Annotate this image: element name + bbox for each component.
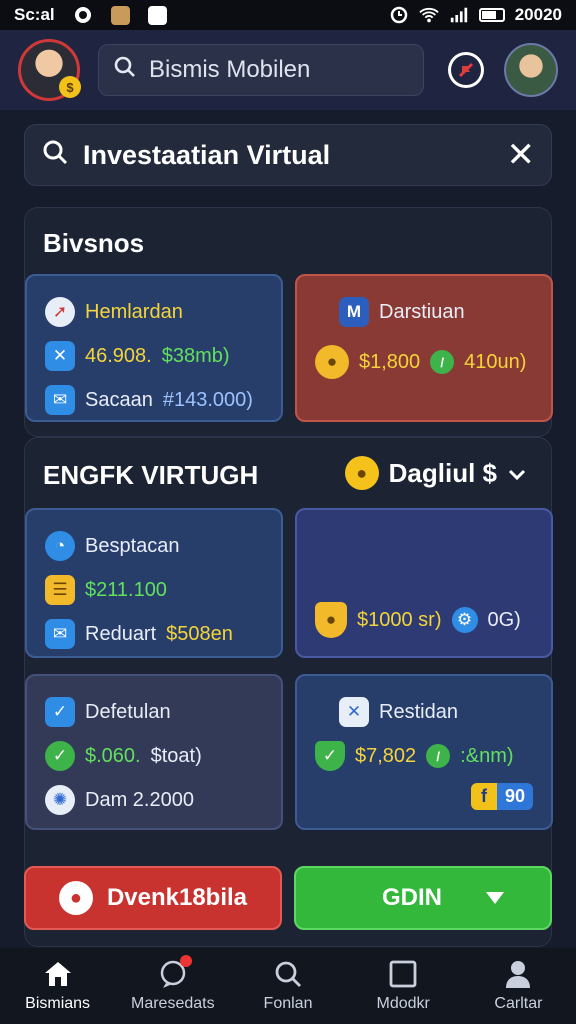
notification-dot [179, 955, 192, 967]
chevron-down-icon [507, 458, 527, 489]
status-left-text: Sc:al [14, 5, 55, 24]
header-search-bar[interactable]: Bismis Mobilen [98, 44, 425, 96]
social-badge[interactable]: f 90 [470, 783, 533, 810]
left-action-label: Dvenk18bila [106, 884, 248, 911]
card-value: 46.908. [85, 344, 152, 367]
clock-icon: ◔ [45, 531, 75, 561]
nav-item-home[interactable]: Bismians [0, 948, 115, 1024]
check-icon: ✓ [45, 741, 75, 771]
card-value: $211.100 [85, 578, 167, 601]
virtual-card-d[interactable]: ✕ Restidan ✓ $7,802 / :&nm) f 90 [295, 674, 553, 830]
go-button-label: GDIN [382, 884, 442, 911]
compass-icon: ➚ [45, 297, 75, 327]
virtual-card-b[interactable]: ● $1000 sr) ⚙ 0G) [295, 508, 553, 658]
chat-bubble-icon: ● [58, 881, 93, 915]
search-icon [113, 55, 137, 86]
card-value: $7,802 [355, 744, 417, 767]
nav-item-search[interactable]: Fonlan [230, 948, 345, 1024]
status-bar: Sc:al 20020 [0, 0, 576, 30]
card-value-secondary: $38mb) [161, 344, 230, 367]
business-panel: Bivsnos ➚ Hemlardan ✕ 46.908. $38mb) ✉ S… [24, 207, 553, 437]
nav-item-messages[interactable]: Maresedats [115, 948, 230, 1024]
currency-dropdown[interactable]: ● Dagliul $ [344, 456, 527, 490]
chat-icon [158, 955, 192, 989]
card-value: $.060. [85, 744, 141, 767]
card-amount: $508en [166, 622, 233, 645]
business-card-left[interactable]: ➚ Hemlardan ✕ 46.908. $38mb) ✉ Sacaan #1… [25, 274, 283, 422]
card-value-secondary: :&nm) [460, 744, 514, 767]
nav-item-profile[interactable]: Carltar [461, 948, 576, 1024]
nav-label: Fonlan [263, 995, 313, 1012]
search-icon [41, 138, 69, 173]
mail-icon: ✉ [45, 619, 75, 649]
coin-icon: ● [344, 456, 379, 490]
card-value-secondary: 0G) [487, 608, 521, 631]
person-icon [503, 959, 533, 989]
gear-icon: ⚙ [451, 607, 478, 633]
card-label: Reduart [85, 622, 157, 645]
card-label: Dam 2.2000 [85, 788, 194, 811]
flag-icon[interactable] [448, 52, 484, 88]
search-value: Investaatian Virtual [83, 139, 331, 170]
image-status-icon [147, 5, 167, 25]
card-value-secondary: $toat) [150, 744, 202, 767]
triangle-down-icon [486, 892, 504, 904]
go-button[interactable]: GDIN [294, 866, 552, 930]
mail-icon: ✉ [45, 385, 75, 415]
virtual-card-a[interactable]: ◔ Besptacan ☰ $211.100 ✉ Reduart $508en [25, 508, 283, 658]
alarm-icon [389, 5, 409, 25]
business-card-right[interactable]: M Darstiuan ● $1,800 / 410un) [295, 274, 553, 422]
shield-check-icon: ✓ [315, 741, 345, 771]
coin-badge: $ [59, 76, 81, 98]
list-icon: ☰ [45, 575, 75, 605]
nav-label: Mdodkr [376, 995, 430, 1012]
shield-icon: ● [315, 602, 347, 638]
card-amount: #143.000) [162, 388, 253, 411]
nav-item-mobile[interactable]: Mdodkr [346, 948, 461, 1024]
leaf-icon: / [426, 744, 451, 768]
social-badge-letter: f [470, 783, 497, 810]
virtual-card-c[interactable]: ✓ Defetulan ✓ $.060. $toat) ✺ Dam 2.2000 [25, 674, 283, 830]
dropdown-label: Dagliul $ [388, 457, 497, 488]
social-badge-count: 90 [496, 783, 533, 810]
card-title: Darstiuan [379, 300, 465, 323]
card-value: $1000 sr) [357, 608, 442, 631]
bottom-navigation: Bismians Maresedats Fonlan Mdodkr Carlta… [0, 948, 576, 1024]
card-title: Besptacan [85, 534, 180, 557]
card-label: Sacaan [85, 388, 153, 411]
nav-label: Carltar [494, 995, 543, 1012]
investment-search-field[interactable]: Investaatian Virtual ✕ [24, 124, 552, 186]
signal-icon [449, 5, 469, 25]
header-search-text: Bismis Mobilen [149, 56, 311, 83]
wifi-icon [419, 5, 439, 25]
close-icon[interactable]: ✕ [507, 138, 536, 172]
nav-label: Bismians [25, 995, 91, 1012]
section-title: Bivsnos [43, 228, 145, 258]
square-icon [388, 959, 418, 989]
app-header: $ Bismis Mobilen [0, 30, 576, 110]
map-icon: M [339, 297, 369, 327]
camera-status-icon [73, 5, 93, 25]
send-icon: ✓ [45, 697, 75, 727]
card-title: Defetulan [85, 700, 171, 723]
status-time: 20020 [514, 5, 562, 24]
profile-avatar[interactable]: $ [18, 39, 81, 101]
card-value-secondary: 410un) [464, 350, 527, 373]
home-icon [43, 959, 73, 989]
search-icon [273, 959, 303, 989]
card-value: $1,800 [359, 350, 421, 373]
coin-icon: ● [315, 345, 349, 379]
left-action-button[interactable]: ● Dvenk18bila [24, 866, 282, 930]
send-icon: ✕ [45, 341, 75, 371]
card-title: Hemlardan [85, 300, 183, 323]
globe-icon: ✺ [45, 785, 75, 815]
section-title: ENGFK VIRTUGH [43, 460, 259, 490]
card-title: Restidan [379, 700, 458, 723]
user-avatar[interactable] [504, 43, 558, 97]
nav-label: Maresedats [131, 995, 215, 1012]
leaf-icon: / [430, 350, 455, 374]
app-status-icon [110, 5, 130, 25]
tools-icon: ✕ [339, 697, 369, 727]
battery-icon [478, 8, 505, 22]
